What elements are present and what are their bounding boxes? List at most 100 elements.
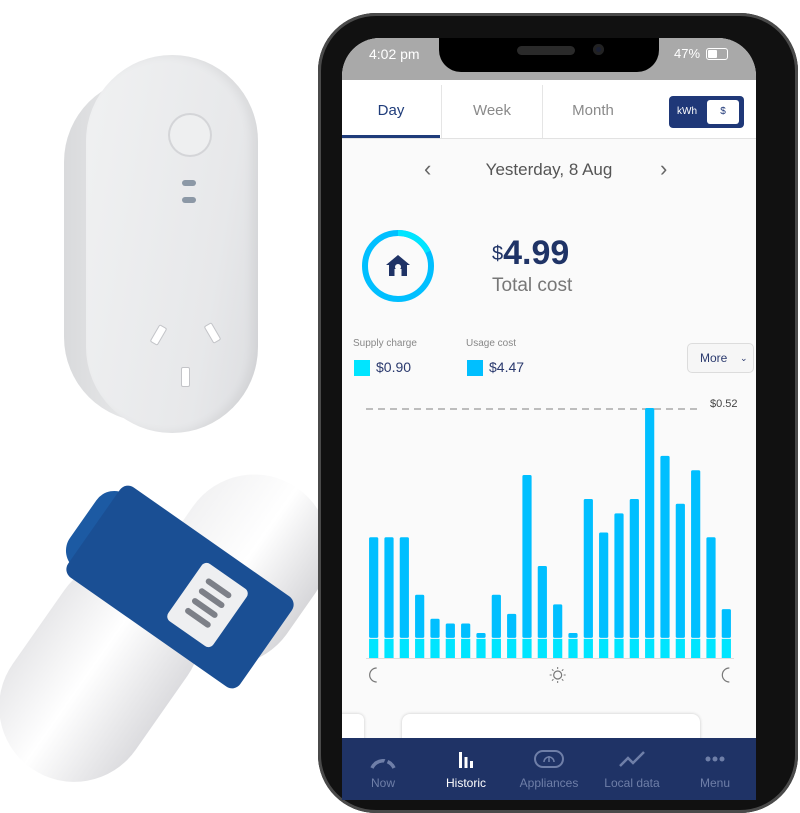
moon-icon (721, 667, 730, 683)
notch (439, 38, 659, 72)
camera (593, 44, 604, 55)
bar-usage-1[interactable] (384, 537, 394, 638)
bar-usage-22[interactable] (706, 537, 716, 638)
speaker (517, 46, 575, 55)
bar-usage-2[interactable] (399, 537, 409, 638)
bar-usage-13[interactable] (568, 633, 578, 638)
bar-usage-6[interactable] (461, 623, 471, 638)
bar-supply-7[interactable] (476, 638, 486, 658)
bar-chart-icon (459, 752, 473, 768)
bar-usage-8[interactable] (491, 594, 501, 638)
cost-donut (362, 230, 434, 302)
plug-power-button (168, 113, 212, 157)
battery-percent: 47% (674, 46, 701, 61)
bar-supply-17[interactable] (629, 638, 639, 658)
bar-supply-9[interactable] (507, 638, 517, 658)
bar-usage-7[interactable] (476, 633, 486, 638)
socket-pin (149, 324, 168, 346)
smart-plug-device (64, 55, 259, 435)
bar-supply-2[interactable] (399, 638, 409, 658)
bar-usage-14[interactable] (583, 498, 593, 638)
moon-icon (369, 667, 377, 683)
bar-supply-19[interactable] (660, 638, 670, 658)
bar-usage-3[interactable] (415, 594, 425, 638)
legend-supply-value: $0.90 (376, 359, 412, 375)
bar-usage-9[interactable] (507, 613, 517, 638)
bar-supply-13[interactable] (568, 638, 578, 658)
bar-supply-15[interactable] (599, 638, 609, 658)
trend-line-icon (619, 751, 645, 767)
bar-usage-4[interactable] (430, 618, 440, 638)
powersensor-device (0, 445, 359, 812)
bar-usage-21[interactable] (691, 470, 701, 638)
bar-supply-5[interactable] (445, 638, 455, 658)
nav-appliances[interactable]: Appliances (508, 738, 590, 800)
bar-usage-20[interactable] (675, 503, 685, 638)
socket-pin (181, 367, 190, 387)
bar-usage-23[interactable] (721, 609, 731, 638)
unit-toggle: kWh $ (669, 96, 744, 128)
date-navigator: ‹ Yesterday, 8 Aug › (342, 156, 756, 186)
total-cost: $4.99 Total cost (492, 234, 692, 297)
unit-dollar-option[interactable]: $ (707, 100, 739, 124)
status-time: 4:02 pm (369, 46, 420, 62)
gauge-icon (370, 756, 396, 769)
bottom-nav: Now Historic Appliances Local data Menu (342, 738, 756, 800)
nav-menu[interactable]: Menu (674, 738, 756, 800)
plug-led (182, 197, 196, 203)
bar-supply-20[interactable] (675, 638, 685, 658)
bar-supply-23[interactable] (721, 638, 731, 658)
more-dots-icon (705, 756, 725, 762)
total-cost-value: 4.99 (503, 234, 570, 272)
tab-week[interactable]: Week (442, 80, 542, 138)
bar-usage-11[interactable] (537, 566, 547, 638)
bar-supply-21[interactable] (691, 638, 701, 658)
bar-usage-17[interactable] (629, 498, 639, 638)
bar-supply-3[interactable] (415, 638, 425, 658)
bar-supply-0[interactable] (369, 638, 379, 658)
nav-now[interactable]: Now (342, 738, 424, 800)
bar-usage-19[interactable] (660, 455, 670, 638)
hourly-cost-chart: $0.52 (366, 398, 738, 683)
bar-supply-10[interactable] (522, 638, 532, 658)
legend-supply-swatch (354, 360, 370, 376)
tab-month[interactable]: Month (543, 80, 643, 138)
status-bar: 4:02 pm 47% (342, 38, 756, 80)
bar-usage-15[interactable] (599, 532, 609, 638)
chevron-down-icon: ⌄ (740, 353, 748, 363)
socket-pin (203, 322, 222, 344)
more-dropdown[interactable]: More ⌄ (687, 343, 754, 373)
date-label: Yesterday, 8 Aug (485, 160, 613, 179)
legend-supply-label: Supply charge (353, 338, 417, 349)
bar-supply-6[interactable] (461, 638, 471, 658)
legend-usage-value: $4.47 (489, 359, 525, 375)
bar-usage-16[interactable] (614, 513, 624, 638)
bar-supply-18[interactable] (645, 638, 655, 658)
bar-supply-16[interactable] (614, 638, 624, 658)
tab-day[interactable]: Day (342, 80, 440, 138)
nav-local-data[interactable]: Local data (591, 738, 673, 800)
chevron-right-icon[interactable]: › (660, 156, 667, 182)
total-cost-label: Total cost (492, 275, 573, 296)
app-screen: 4:02 pm 47% Day Week Month kWh $ ‹ Yeste… (342, 38, 756, 800)
max-value-label: $0.52 (710, 398, 738, 410)
bar-usage-10[interactable] (522, 475, 532, 638)
battery-icon (706, 48, 728, 60)
plug-led (182, 180, 196, 186)
home-icon (386, 255, 410, 276)
bar-supply-4[interactable] (430, 638, 440, 658)
nav-historic[interactable]: Historic (425, 738, 507, 800)
bar-supply-11[interactable] (537, 638, 547, 658)
bar-supply-22[interactable] (706, 638, 716, 658)
donut-supply-arc (397, 230, 431, 254)
bar-usage-18[interactable] (645, 408, 655, 638)
unit-kwh-option[interactable]: kWh (669, 96, 705, 128)
bar-supply-12[interactable] (553, 638, 563, 658)
bar-usage-0[interactable] (369, 537, 379, 638)
bar-supply-8[interactable] (491, 638, 501, 658)
bar-supply-1[interactable] (384, 638, 394, 658)
bar-usage-12[interactable] (553, 604, 563, 638)
bar-usage-5[interactable] (445, 623, 455, 638)
bar-supply-14[interactable] (583, 638, 593, 658)
legend-usage-label: Usage cost (466, 338, 517, 349)
